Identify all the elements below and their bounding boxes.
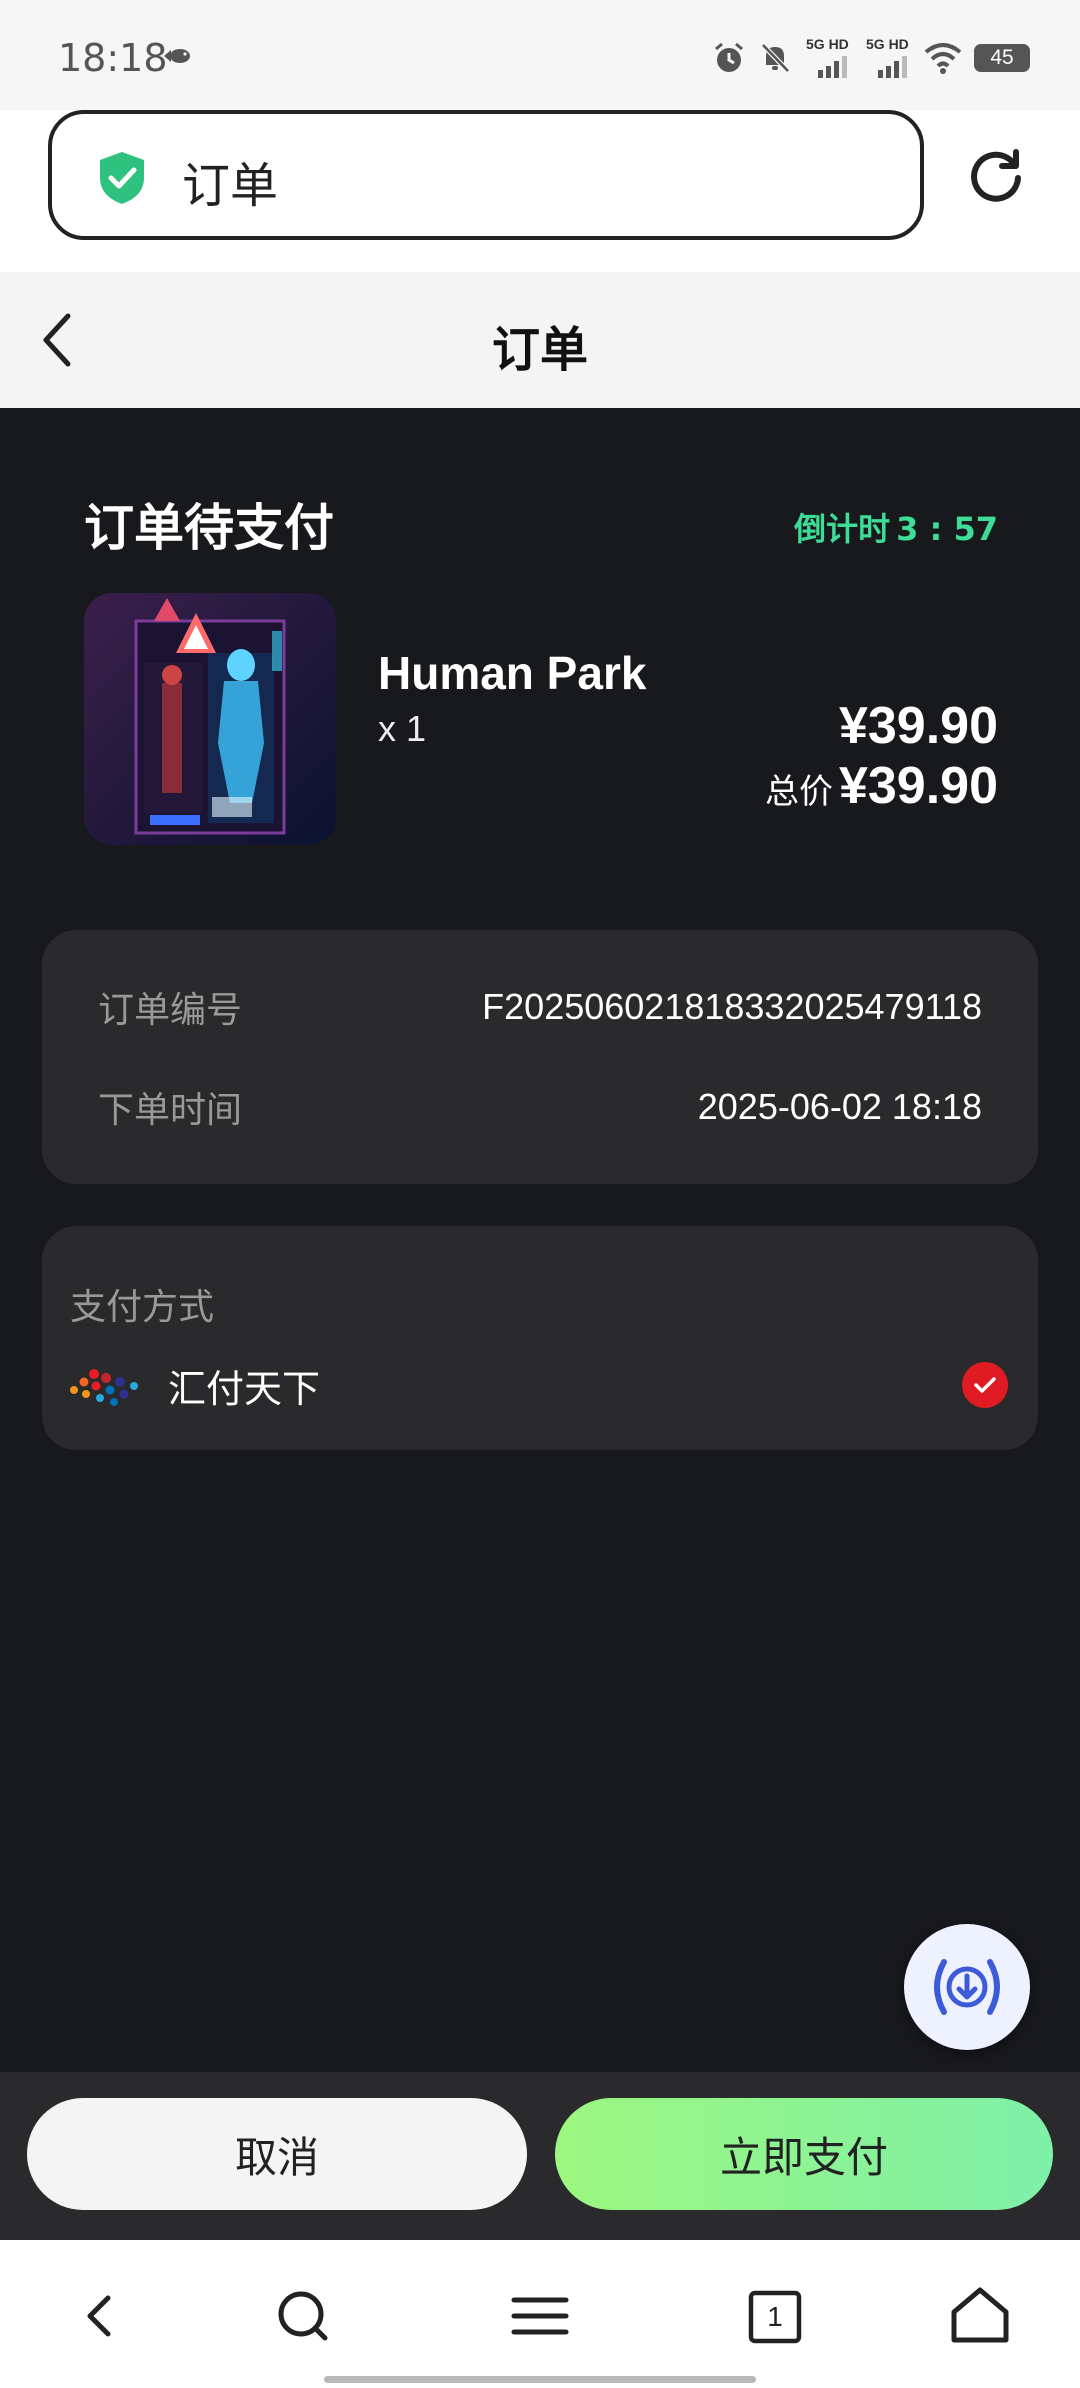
total-price-value: ¥39.90 [838,757,998,815]
order-time-row: 下单时间 2025-06-02 18:18 [98,1082,982,1132]
product-name: Human Park [378,647,647,699]
address-text: 订单 [182,158,279,214]
page-title: 订单 [491,322,588,378]
total-price-row: 总价 ¥39.90 [765,756,998,816]
tabs-count: 1 [767,2301,783,2332]
order-time-label: 下单时间 [98,1090,243,1131]
product-price: ¥39.90 [838,697,998,755]
cancel-button[interactable]: 取消 [27,2098,527,2210]
address-bar[interactable]: 订单 [48,110,924,240]
fish-notification-icon [164,49,190,63]
payment-selected-check[interactable] [962,1362,1008,1408]
browser-address-area: 订单 [0,110,1080,272]
pay-now-button[interactable]: 立即支付 [555,2098,1053,2210]
nav-menu-button[interactable] [504,2280,576,2352]
countdown-label: 倒计时 [794,510,891,548]
order-time-value: 2025-06-02 18:18 [697,1086,982,1127]
order-number-value: F20250602181833202547​9118 [482,986,982,1027]
reload-icon[interactable] [966,146,1026,206]
action-bar: 取消 立即支付 [0,2072,1080,2240]
chevron-left-icon [87,2295,111,2337]
nav-tabs-button[interactable]: 1 [748,2290,820,2362]
payment-method-card: 支付方式 汇付天下 [42,1226,1038,1450]
countdown-value: 3 : 57 [896,510,998,548]
total-price-label: 总价 [764,772,833,812]
nav-back-button[interactable] [64,2280,136,2352]
signal-5g-1: 5G HD [804,36,852,80]
order-number-label: 订单编号 [98,990,243,1031]
nav-home-button[interactable] [944,2280,1016,2352]
nav-search-button[interactable] [267,2280,339,2352]
product-box-art [84,593,336,845]
search-icon [278,2291,328,2341]
home-indicator [324,2376,756,2383]
order-content: 订单待支付 倒计时 3 : 57 Human Park x 1 ¥39.90 总… [0,408,1080,2072]
huifu-logo-icon [70,1369,138,1406]
payment-method-name: 汇付天下 [168,1367,321,1411]
product-quantity: x 1 [378,708,427,749]
payment-method-title: 支付方式 [70,1287,215,1328]
order-number-row: 订单编号 F20250602181833202547​9118 [98,982,982,1032]
floating-download-button[interactable] [904,1924,1030,2050]
page-header: 订单 [0,272,1080,408]
wifi-icon [924,43,962,74]
status-bar: 18:18 5G HD 5G HD 45 [0,0,1080,110]
shield-check-icon [100,152,144,204]
order-info-card: 订单编号 F20250602181833202547​9118 下单时间 202… [42,930,1038,1184]
download-broadcast-icon [934,1959,1000,2015]
alarm-icon [715,42,743,72]
countdown-timer: 倒计时 3 : 57 [794,504,998,550]
check-icon [974,1377,996,1393]
browser-bottom-nav: 1 [0,2240,1080,2388]
menu-icon [511,2297,569,2335]
signal-5g-2: 5G HD [864,36,912,80]
battery-indicator: 45 [974,44,1030,72]
status-icons: 5G HD 5G HD 45 [712,36,1030,80]
order-status-title: 订单待支付 [84,499,334,557]
home-icon [951,2287,1009,2343]
mute-bell-icon [761,43,790,73]
product-image [84,593,336,845]
status-time: 18:18 [58,36,168,80]
